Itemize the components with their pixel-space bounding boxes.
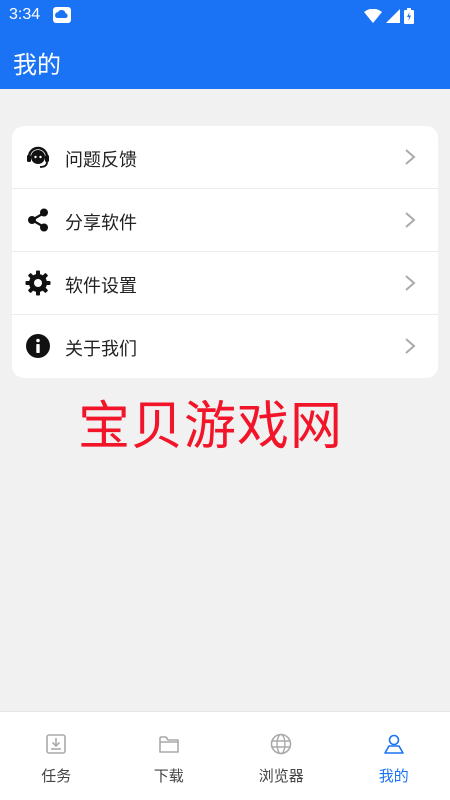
headset-icon [27,146,49,168]
tab-label: 下载 [153,767,184,785]
menu-item-label: 问题反馈 [65,150,137,171]
bottom-tab-bar: 任务 下载 浏览器 我的 [0,711,450,800]
battery-icon [404,8,414,24]
tab-mine[interactable]: 我的 [338,712,450,800]
menu-card: 问题反馈 分享软件 软件设置 关于我们 [12,126,438,378]
wifi-icon [364,9,382,23]
chevron-right-icon [405,149,416,165]
gear-icon [25,270,51,296]
status-bar: 3:34 [0,0,450,32]
tab-label: 我的 [378,767,409,785]
tab-label: 浏览器 [258,767,304,785]
chevron-right-icon [405,338,416,354]
status-time: 3:34 [9,6,41,23]
chevron-right-icon [405,275,416,291]
person-icon [383,734,404,754]
chevron-right-icon [405,212,416,228]
download-tray-icon [46,734,67,754]
info-icon [26,334,50,358]
watermark-text: 宝贝游戏网 [78,397,344,457]
menu-item-label: 分享软件 [65,213,137,234]
signal-icon [386,9,400,23]
menu-item-settings[interactable]: 软件设置 [12,252,438,315]
menu-item-label: 关于我们 [65,339,137,360]
tab-tasks[interactable]: 任务 [0,712,113,800]
tab-downloads[interactable]: 下载 [113,712,226,800]
status-icons [364,8,414,24]
tab-label: 任务 [41,767,72,785]
tab-browser[interactable]: 浏览器 [225,712,338,800]
menu-item-label: 软件设置 [65,276,137,297]
menu-item-about[interactable]: 关于我们 [12,315,438,378]
page-title: 我的 [13,51,61,79]
app-header: 3:34 我的 [0,0,450,89]
share-icon [28,208,48,232]
menu-item-share[interactable]: 分享软件 [12,189,438,252]
cloud-app-icon [53,7,71,23]
folder-icon [158,736,179,753]
globe-icon [270,733,292,755]
menu-item-feedback[interactable]: 问题反馈 [12,126,438,189]
